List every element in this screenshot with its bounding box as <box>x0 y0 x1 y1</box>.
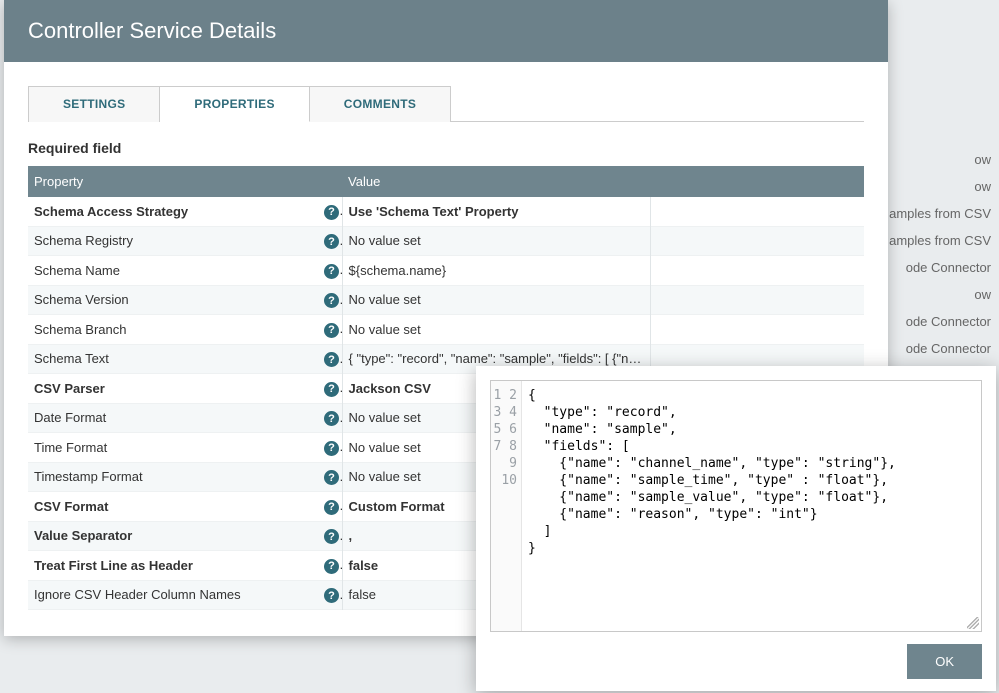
property-name: Timestamp Format <box>28 462 318 492</box>
property-value[interactable]: No value set <box>342 315 650 345</box>
background-row: ode Connector <box>906 308 991 335</box>
property-value[interactable]: No value set <box>342 226 650 256</box>
tab-comments[interactable]: COMMENTS <box>310 86 451 122</box>
property-extra-cell <box>650 315 864 345</box>
property-name: Ignore CSV Header Column Names <box>28 580 318 610</box>
help-icon[interactable]: ? <box>324 352 339 367</box>
background-row: ode Connector <box>906 335 991 362</box>
background-row: ode Connector <box>906 254 991 281</box>
property-name: Schema Access Strategy <box>28 197 318 226</box>
background-row: amples from CSV <box>889 227 991 254</box>
help-icon[interactable]: ? <box>324 559 339 574</box>
help-icon[interactable]: ? <box>324 323 339 338</box>
property-name: Schema Name <box>28 256 318 286</box>
help-icon[interactable]: ? <box>324 205 339 220</box>
property-extra-cell <box>650 226 864 256</box>
help-icon[interactable]: ? <box>324 500 339 515</box>
background-row: ow <box>974 281 991 308</box>
property-row[interactable]: Schema Version?No value set <box>28 285 864 315</box>
help-icon[interactable]: ? <box>324 293 339 308</box>
resize-handle-icon[interactable] <box>967 617 979 629</box>
property-value[interactable]: No value set <box>342 285 650 315</box>
property-name: Treat First Line as Header <box>28 551 318 581</box>
property-name: Schema Version <box>28 285 318 315</box>
property-row[interactable]: Schema Name?${schema.name} <box>28 256 864 286</box>
property-name: Schema Text <box>28 344 318 374</box>
help-icon[interactable]: ? <box>324 234 339 249</box>
background-row: ow <box>974 173 991 200</box>
property-name: Schema Branch <box>28 315 318 345</box>
tab-properties[interactable]: PROPERTIES <box>160 86 309 122</box>
property-name: Date Format <box>28 403 318 433</box>
ok-button[interactable]: OK <box>907 644 982 679</box>
property-row[interactable]: Schema Branch?No value set <box>28 315 864 345</box>
help-icon[interactable]: ? <box>324 470 339 485</box>
help-icon[interactable]: ? <box>324 441 339 456</box>
property-name: Value Separator <box>28 521 318 551</box>
property-name: Schema Registry <box>28 226 318 256</box>
property-name: CSV Parser <box>28 374 318 404</box>
property-row[interactable]: Schema Registry?No value set <box>28 226 864 256</box>
column-header-extra <box>650 166 864 197</box>
property-value[interactable]: Use 'Schema Text' Property <box>342 197 650 226</box>
column-header-value[interactable]: Value <box>342 166 650 197</box>
line-number-gutter: 1 2 3 4 5 6 7 8 9 10 <box>491 381 522 631</box>
background-row: ow <box>974 146 991 173</box>
property-name: CSV Format <box>28 492 318 522</box>
help-icon[interactable]: ? <box>324 588 339 603</box>
code-editor[interactable]: 1 2 3 4 5 6 7 8 9 10 <box>490 380 982 632</box>
background-row: amples from CSV <box>889 200 991 227</box>
help-icon[interactable]: ? <box>324 264 339 279</box>
help-icon[interactable]: ? <box>324 411 339 426</box>
required-field-heading: Required field <box>28 140 864 156</box>
dialog-title: Controller Service Details <box>4 0 888 62</box>
property-value[interactable]: ${schema.name} <box>342 256 650 286</box>
tab-bar: SETTINGSPROPERTIESCOMMENTS <box>28 86 864 122</box>
property-extra-cell <box>650 285 864 315</box>
property-row[interactable]: Schema Access Strategy?Use 'Schema Text'… <box>28 197 864 226</box>
property-extra-cell <box>650 197 864 226</box>
property-name: Time Format <box>28 433 318 463</box>
schema-text-editor-popup: 1 2 3 4 5 6 7 8 9 10 OK <box>476 366 996 691</box>
help-icon[interactable]: ? <box>324 382 339 397</box>
tab-settings[interactable]: SETTINGS <box>28 86 160 122</box>
help-icon[interactable]: ? <box>324 529 339 544</box>
property-extra-cell <box>650 256 864 286</box>
column-header-property[interactable]: Property <box>28 166 342 197</box>
schema-text-textarea[interactable] <box>522 381 981 631</box>
